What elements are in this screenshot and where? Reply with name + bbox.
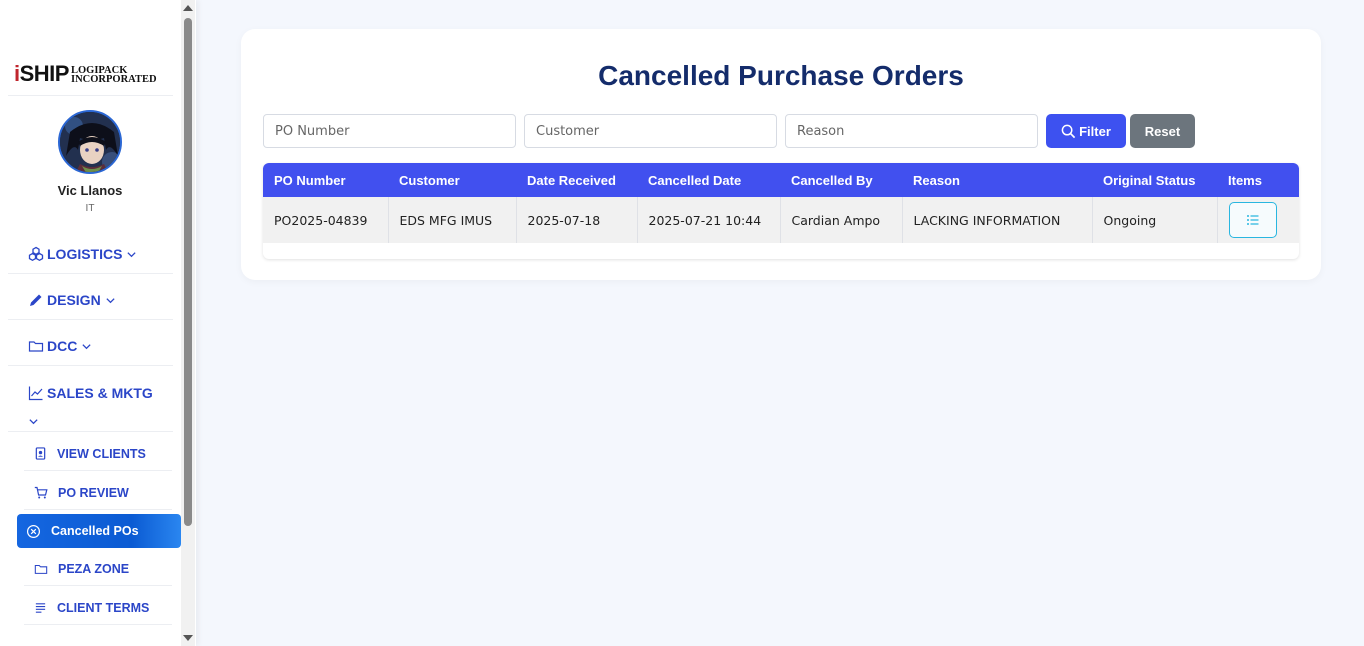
cell-original-status: Ongoing bbox=[1092, 197, 1218, 243]
list-icon bbox=[1246, 215, 1258, 225]
search-icon bbox=[1061, 124, 1076, 138]
nav-section-label: DESIGN bbox=[47, 292, 101, 308]
sidebar-item-client-terms[interactable]: CLIENT TERMS bbox=[24, 591, 172, 625]
sidebar-item-label: PO REVIEW bbox=[58, 485, 129, 500]
chevron-down-icon bbox=[29, 418, 38, 424]
user-name: Vic Llanos bbox=[57, 183, 123, 198]
page-title: Cancelled Purchase Orders bbox=[598, 60, 964, 91]
nav-section-dcc[interactable]: DCC bbox=[8, 327, 173, 366]
nav-section-logistics[interactable]: LOGISTICS bbox=[8, 235, 173, 274]
chevron-down-icon bbox=[82, 343, 91, 349]
folder-icon bbox=[28, 341, 44, 352]
table-header-row: PO Number Customer Date Received Cancell… bbox=[263, 163, 1299, 197]
id-card-icon bbox=[35, 447, 46, 460]
reason-input[interactable] bbox=[785, 114, 1038, 148]
logo-sub-line2: INCORPORATED bbox=[70, 74, 157, 85]
sidebar-item-label: Cancelled POs bbox=[51, 524, 139, 538]
nav-section-label: DCC bbox=[47, 338, 78, 354]
column-header-date-received: Date Received bbox=[527, 172, 616, 188]
chevron-down-icon bbox=[127, 251, 137, 257]
cancelled-po-table: PO Number Customer Date Received Cancell… bbox=[263, 163, 1299, 259]
chart-line-icon bbox=[28, 386, 43, 401]
cell-items bbox=[1217, 197, 1299, 243]
avatar[interactable] bbox=[58, 110, 122, 174]
pencil-icon bbox=[30, 294, 42, 306]
x-circle-icon bbox=[26, 524, 41, 538]
boxes-icon bbox=[28, 246, 44, 262]
nav-section-sales-mktg[interactable]: SALES & MKTG bbox=[8, 373, 173, 432]
chevron-down-icon bbox=[106, 297, 115, 303]
filter-button[interactable]: Filter bbox=[1046, 114, 1126, 148]
po-number-input[interactable] bbox=[263, 114, 516, 148]
scrollbar-thumb[interactable] bbox=[184, 18, 192, 526]
nav-section-label: LOGISTICS bbox=[47, 246, 123, 262]
logo-sub-text: LOGIPACK INCORPORATED bbox=[70, 65, 157, 85]
list-icon bbox=[35, 603, 46, 613]
scroll-down-arrow[interactable] bbox=[183, 635, 193, 641]
avatar-image bbox=[60, 112, 120, 172]
reset-button[interactable]: Reset bbox=[1130, 114, 1195, 148]
nav-section-design[interactable]: DESIGN bbox=[8, 281, 173, 320]
column-header-original-status: Original Status bbox=[1103, 172, 1196, 188]
view-items-button[interactable] bbox=[1228, 202, 1277, 238]
sidebar: iSHIP LOGIPACK INCORPORATED Vic Llanos IT bbox=[0, 0, 196, 646]
sidebar-item-peza-zone[interactable]: PEZA ZONE bbox=[24, 552, 172, 586]
column-header-cancelled-by: Cancelled By bbox=[791, 172, 873, 188]
nav-section-label: SALES & MKTG bbox=[47, 385, 153, 401]
cell-po-number: PO2025-04839 bbox=[263, 197, 389, 243]
scroll-up-arrow[interactable] bbox=[183, 5, 193, 11]
user-role: IT bbox=[85, 203, 95, 214]
customer-input[interactable] bbox=[524, 114, 777, 148]
cart-icon bbox=[34, 486, 48, 498]
cell-cancelled-by: Cardian Ampo bbox=[780, 197, 903, 243]
column-header-cancelled-date: Cancelled Date bbox=[648, 172, 742, 188]
logo-main-text: iSHIP bbox=[14, 63, 69, 85]
column-header-items: Items bbox=[1228, 172, 1262, 188]
sidebar-item-label: PEZA ZONE bbox=[58, 561, 130, 576]
cell-date-received: 2025-07-18 bbox=[516, 197, 638, 243]
sidebar-item-label: CLIENT TERMS bbox=[57, 600, 150, 615]
cell-cancelled-date: 2025-07-21 10:44 bbox=[637, 197, 781, 243]
column-header-reason: Reason bbox=[913, 172, 960, 188]
sidebar-item-label: VIEW CLIENTS bbox=[57, 446, 146, 461]
sidebar-item-po-review[interactable]: PO REVIEW bbox=[24, 476, 172, 510]
company-logo[interactable]: iSHIP LOGIPACK INCORPORATED bbox=[8, 58, 173, 96]
cell-customer: EDS MFG IMUS bbox=[388, 197, 517, 243]
main-card: Cancelled Purchase Orders Filter Reset P… bbox=[241, 29, 1321, 280]
column-header-customer: Customer bbox=[399, 172, 460, 188]
folder-icon bbox=[34, 564, 48, 574]
table-row: PO2025-04839 EDS MFG IMUS 2025-07-18 202… bbox=[263, 197, 1299, 243]
column-header-po-number: PO Number bbox=[274, 172, 346, 188]
sidebar-item-view-clients[interactable]: VIEW CLIENTS bbox=[24, 437, 172, 471]
sidebar-scrollbar[interactable] bbox=[181, 0, 195, 646]
sidebar-item-cancelled-pos[interactable]: Cancelled POs bbox=[17, 514, 181, 548]
filter-button-label: Filter bbox=[1079, 123, 1111, 139]
logo-word: SHIP bbox=[19, 61, 70, 86]
cell-reason: LACKING INFORMATION bbox=[902, 197, 1093, 243]
